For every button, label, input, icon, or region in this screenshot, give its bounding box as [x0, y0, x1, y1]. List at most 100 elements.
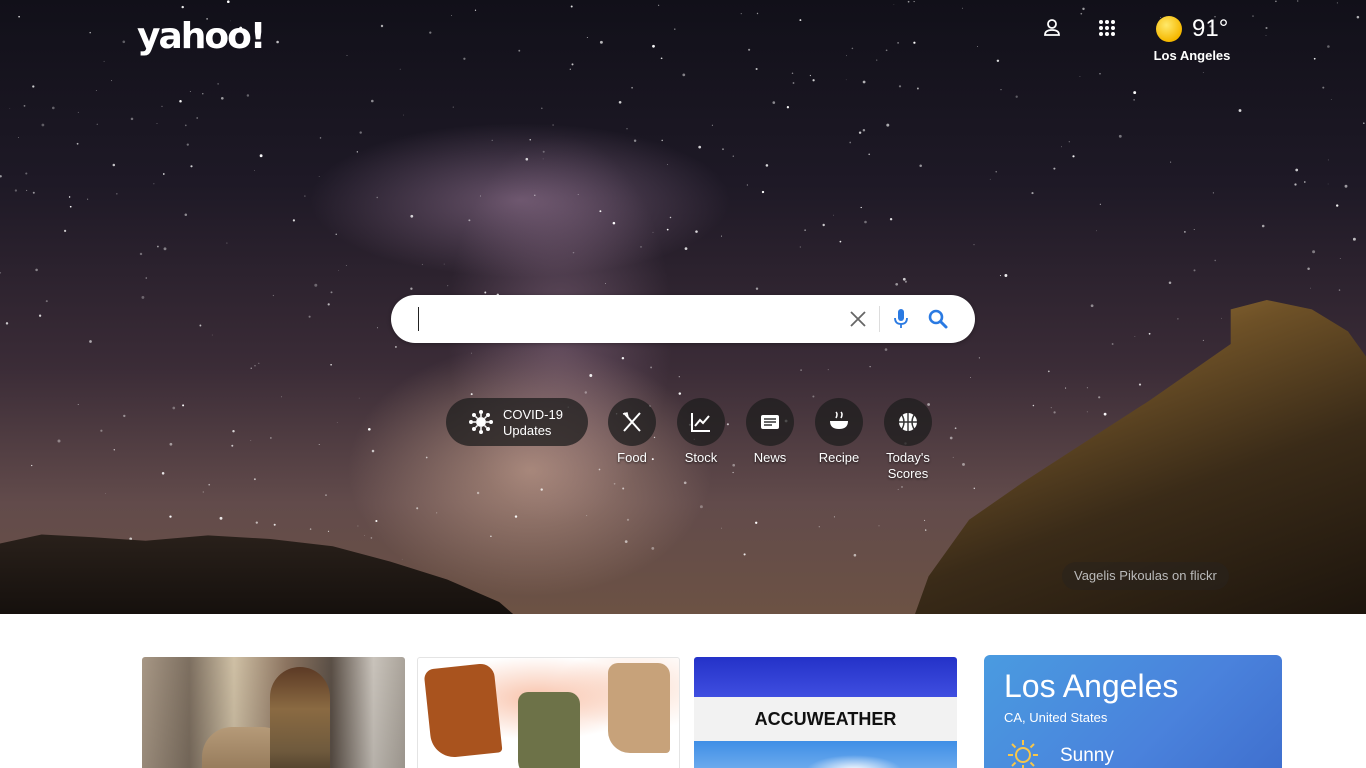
weather-widget[interactable]: 91° Los Angeles	[1150, 12, 1234, 64]
star	[169, 442, 173, 446]
star	[318, 176, 320, 178]
bowl-icon	[815, 398, 863, 446]
star	[1103, 412, 1107, 416]
star	[765, 164, 769, 167]
shortcut-todays-scores[interactable]: Today's Scores	[873, 398, 943, 482]
star	[1310, 287, 1312, 289]
star	[490, 535, 492, 537]
star	[1265, 26, 1268, 30]
star	[633, 139, 637, 142]
star	[1082, 7, 1085, 11]
star	[416, 507, 419, 510]
microphone-icon[interactable]	[891, 308, 911, 330]
star	[552, 124, 554, 126]
star	[818, 526, 820, 528]
star	[111, 80, 113, 82]
star	[658, 4, 660, 6]
star	[23, 105, 26, 107]
star	[52, 106, 55, 110]
star	[336, 422, 338, 423]
star	[1079, 76, 1081, 77]
star	[452, 106, 454, 108]
star	[1327, 159, 1329, 161]
star	[949, 436, 953, 440]
news-card-2[interactable]	[417, 657, 680, 768]
star	[970, 377, 971, 378]
star	[954, 427, 957, 430]
star	[925, 529, 927, 531]
sun-icon	[1156, 16, 1182, 42]
star	[399, 68, 401, 70]
weather-card[interactable]: Los Angeles CA, United States Sunny	[984, 655, 1282, 768]
star	[346, 55, 348, 56]
search-input[interactable]	[415, 305, 825, 333]
star	[961, 7, 963, 9]
star	[683, 481, 687, 485]
star	[1184, 231, 1186, 233]
card-image-figure	[270, 667, 330, 768]
star	[31, 464, 33, 467]
apps-grid-icon[interactable]	[1095, 16, 1119, 40]
star	[895, 282, 899, 286]
star	[1327, 183, 1329, 185]
shortcut-stock[interactable]: Stock	[666, 398, 736, 466]
star	[1099, 73, 1101, 75]
star	[199, 324, 202, 327]
covid-updates-button[interactable]: COVID-19 Updates	[446, 398, 588, 446]
star	[211, 334, 213, 336]
star	[105, 493, 106, 494]
star	[309, 528, 312, 530]
star	[682, 73, 686, 77]
star	[254, 365, 256, 367]
star	[17, 136, 19, 138]
star	[904, 280, 907, 283]
shortcut-food[interactable]: Food	[597, 398, 667, 466]
star	[1080, 12, 1083, 15]
star	[425, 456, 428, 459]
star	[851, 47, 854, 50]
star	[273, 523, 276, 526]
shortcut-news[interactable]: News	[735, 398, 805, 466]
star	[327, 303, 330, 306]
news-card-1[interactable]	[142, 657, 405, 768]
star	[1133, 99, 1135, 101]
star	[376, 196, 378, 199]
yahoo-logo[interactable]: yahoo!	[137, 16, 266, 57]
star	[1336, 2, 1338, 4]
star	[182, 404, 185, 407]
star	[153, 183, 155, 185]
star	[746, 184, 748, 186]
star	[113, 449, 116, 451]
star	[626, 518, 630, 521]
star	[1352, 237, 1356, 241]
temperature: 91°	[1192, 15, 1229, 42]
star	[973, 243, 975, 246]
star	[1214, 259, 1216, 262]
star	[335, 233, 337, 235]
star	[569, 68, 571, 70]
star	[799, 246, 801, 248]
weather-card-city: Los Angeles	[1004, 668, 1179, 704]
star	[100, 429, 103, 432]
star	[977, 46, 978, 47]
hero-background: yahoo! 91° Los Angeles COVID-19 Updates …	[0, 0, 1366, 614]
star	[1098, 396, 1101, 399]
star	[1202, 71, 1204, 73]
star	[743, 553, 746, 556]
star	[740, 13, 742, 15]
star	[893, 3, 895, 5]
user-icon[interactable]	[1040, 16, 1064, 40]
star	[1294, 183, 1297, 186]
star	[822, 223, 825, 227]
shortcut-recipe[interactable]: Recipe	[804, 398, 874, 466]
star	[989, 178, 991, 180]
search-icon[interactable]	[927, 308, 949, 330]
star	[1261, 224, 1265, 228]
star	[786, 106, 790, 109]
close-icon[interactable]	[849, 310, 867, 328]
star	[112, 163, 116, 167]
photo-credit[interactable]: Vagelis Pikoulas on flickr	[1062, 562, 1229, 590]
news-card-3[interactable]: ACCUWEATHER	[694, 657, 957, 768]
star	[377, 327, 378, 329]
accuweather-label: ACCUWEATHER	[694, 697, 957, 741]
